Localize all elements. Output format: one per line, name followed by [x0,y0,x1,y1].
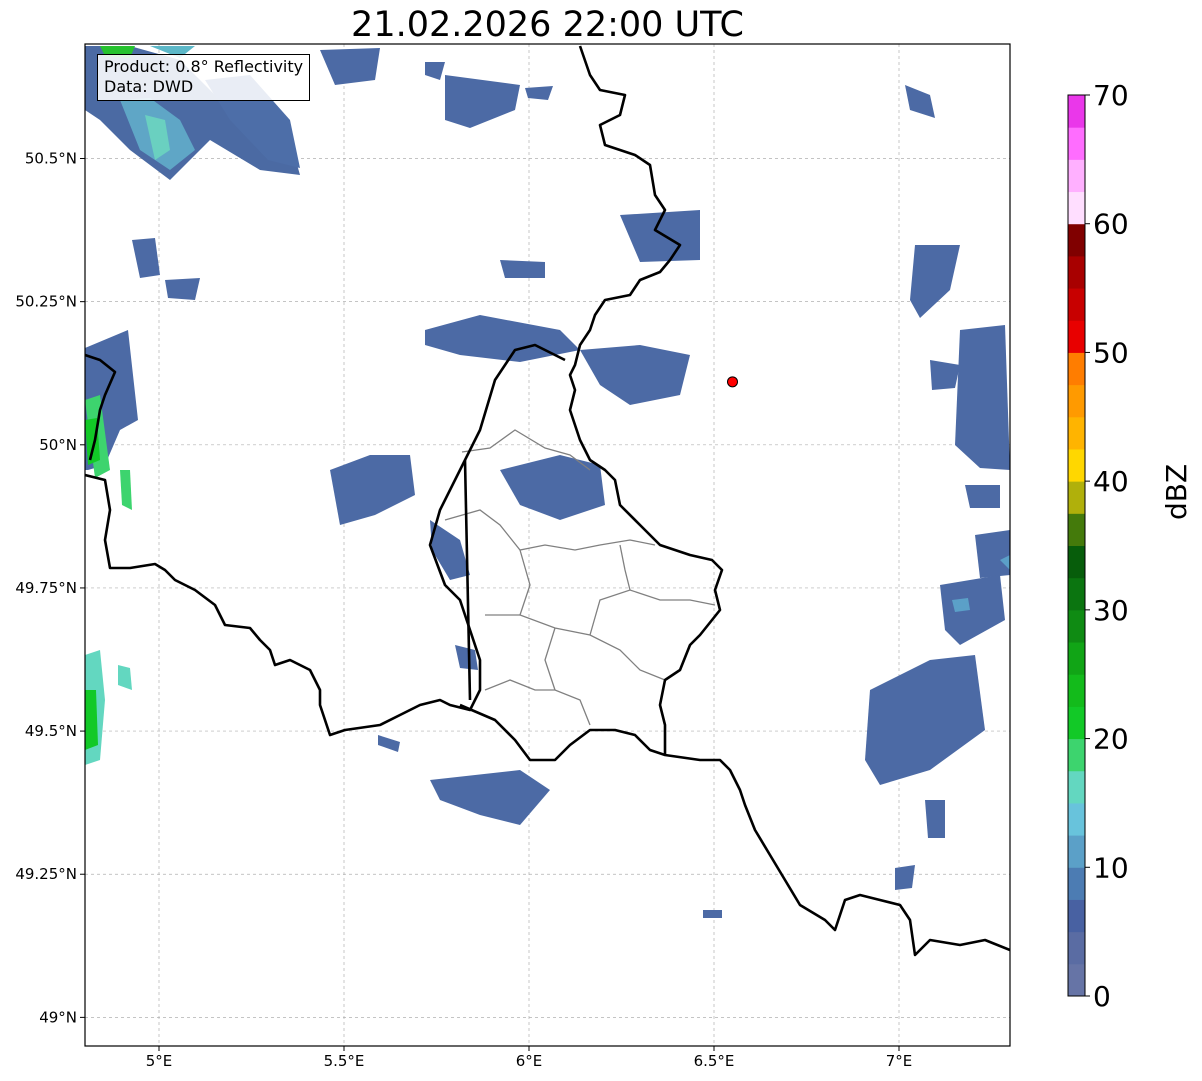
reflectivity-echoes [85,46,1010,918]
colorbar-tick-label: 40 [1093,465,1129,498]
colorbar-bin [1068,223,1085,257]
colorbar-bin [1068,95,1085,128]
colorbar-bin [1068,384,1085,418]
colorbar-tick-label: 70 [1093,79,1129,112]
radar-map-figure: 5°E 5.5°E 6°E 6.5°E 7°E 49°N 49.25°N 49.5°N 49.7… [15,43,1129,1070]
lon-tick-label: 5°E [146,1052,173,1070]
product-label: Product: 0.8° Reflectivity [104,57,304,76]
colorbar-bin [1068,674,1085,707]
colorbar-tick-label: 30 [1093,594,1129,627]
colorbar-bin [1068,835,1085,868]
lat-tick-label: 50.5°N [25,150,77,168]
colorbar-bin [1068,352,1085,386]
colorbar-bin [1068,288,1085,321]
colorbar-tick-label: 50 [1093,336,1129,369]
product-info-box: Product: 0.8° Reflectivity Data: DWD [97,54,311,101]
colorbar-tick-label: 0 [1093,980,1111,1013]
lon-tick-label: 5.5°E [324,1052,365,1070]
colorbar-bin [1068,609,1085,643]
lat-tick-label: 49.5°N [25,722,77,740]
radar-site-marker [727,376,738,388]
colorbar-bin [1068,416,1085,450]
colorbar-bin [1068,481,1085,514]
colorbar-bin [1068,642,1085,675]
lat-tick-label: 50°N [39,436,77,454]
colorbar-bin [1068,127,1085,160]
colorbar-bin [1068,899,1085,933]
colorbar-bin [1068,706,1085,740]
colorbar-tick-label: 60 [1093,208,1129,241]
colorbar-bin [1068,867,1085,900]
colorbar: 0 10 20 30 40 50 60 70 [1067,79,1129,1013]
radar-site-dot [727,376,738,388]
lat-tick-label: 49.25°N [15,865,77,883]
colorbar-bin [1068,159,1085,193]
data-source-label: Data: DWD [104,77,194,96]
colorbar-bin [1068,931,1085,965]
colorbar-bin [1068,513,1085,546]
colorbar-bin [1068,770,1085,804]
lat-tick-label: 50.25°N [15,293,77,311]
lon-tick-label: 6.5°E [694,1052,735,1070]
colorbar-bin [1068,191,1085,225]
colorbar-bin [1068,738,1085,772]
lat-tick-label: 49°N [39,1008,77,1026]
colorbar-bin [1068,802,1085,836]
colorbar-bin [1068,448,1085,482]
colorbar-bin [1068,255,1085,289]
colorbar-unit-label: dBZ [1160,463,1193,520]
colorbar-tick-label: 20 [1093,723,1129,756]
lat-tick-label: 49.75°N [15,579,77,597]
colorbar-bin [1068,320,1085,353]
colorbar-tick-label: 10 [1093,851,1129,884]
lon-tick-label: 6°E [516,1052,543,1070]
colorbar-bin [1068,577,1085,611]
colorbar-bin [1068,963,1085,997]
colorbar-bin [1068,545,1085,579]
lon-tick-label: 7°E [886,1052,913,1070]
